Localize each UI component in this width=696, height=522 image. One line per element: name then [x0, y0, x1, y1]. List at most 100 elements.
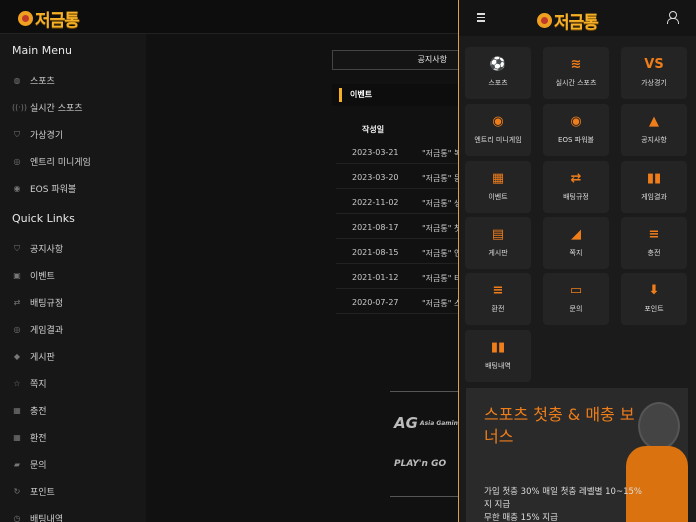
- sidebar-item-label: 문의: [30, 461, 47, 471]
- board-icon: ◆: [13, 352, 21, 361]
- tile-bet-history[interactable]: ▮▮ 배팅내역: [465, 330, 531, 382]
- notice-icon: ⛉: [14, 243, 20, 253]
- piggy-bank-icon: [18, 11, 33, 26]
- banner-desc-line2: 지 지급: [484, 500, 511, 510]
- tile-label: 배팅내역: [485, 362, 511, 370]
- sidebar-item-live-sports[interactable]: ((·)) 실시간 스포츠: [12, 101, 83, 114]
- basketball-icon: ◉: [492, 114, 504, 129]
- site-logo[interactable]: 저금통: [18, 6, 80, 31]
- divider: [390, 391, 458, 392]
- sidebar-item-board[interactable]: ◆ 게시판: [12, 350, 55, 363]
- history-icon: ◷: [13, 514, 21, 522]
- tile-message[interactable]: ◢ 쪽지: [543, 217, 609, 269]
- sidebar-item-label: 엔트리 미니게임: [30, 158, 91, 168]
- sidebar-item-points[interactable]: ↻ 포인트: [12, 485, 55, 498]
- playngo-logo: PLAY'n GO: [394, 459, 447, 469]
- tile-results[interactable]: ▮▮ 게임결과: [621, 161, 687, 213]
- row-title: "저금통" 첫: [422, 224, 462, 233]
- table-row[interactable]: 2022-11-02 "저금통" 생: [336, 190, 462, 214]
- tile-inquiry[interactable]: ▭ 문의: [543, 273, 609, 325]
- row-date: 2021-08-17: [352, 223, 399, 232]
- hamburger-menu-icon[interactable]: [477, 13, 485, 22]
- ag-logo-subtext: Asia Gaming: [419, 420, 463, 427]
- tile-notice[interactable]: ▲ 공지사항: [621, 104, 687, 156]
- vs-icon: VS: [644, 57, 664, 72]
- sidebar-item-deposit[interactable]: ▦ 충전: [12, 404, 47, 417]
- tile-points[interactable]: ⬇ 포인트: [621, 273, 687, 325]
- sidebar-item-label: 충전: [30, 407, 47, 417]
- sidebar-item-label: 쪽지: [30, 380, 47, 390]
- tile-rules[interactable]: ⇄ 배팅규정: [543, 161, 609, 213]
- tile-label: 게시판: [488, 249, 508, 257]
- sidebar-item-label: 배팅내역: [30, 515, 64, 522]
- table-row[interactable]: 2021-08-17 "저금통" 첫: [336, 215, 462, 239]
- tile-label: 이벤트: [488, 193, 508, 201]
- tile-label: 가상경기: [641, 79, 667, 87]
- row-title: "저금통" 등: [422, 174, 462, 183]
- tile-label: 포인트: [644, 305, 664, 313]
- tile-event[interactable]: ▦ 이벤트: [465, 161, 531, 213]
- user-icon[interactable]: [667, 11, 679, 24]
- tile-live-sports[interactable]: ≋ 실시간 스포츠: [543, 47, 609, 99]
- sidebar-item-label: 포인트: [30, 488, 55, 498]
- app-root: 저금통 Main Menu ◍ 스포츠 ((·)) 실시간 스포츠 ⛉ 가상경기 ◎ 엔…: [0, 0, 696, 522]
- divider: [390, 496, 458, 497]
- sidebar-item-label: 실시간 스포츠: [30, 104, 83, 114]
- piggy-bank-icon: [537, 13, 552, 28]
- row-date: 2021-08-15: [352, 248, 399, 257]
- sidebar-item-bet-history[interactable]: ◷ 배팅내역: [12, 512, 64, 522]
- sidebar-item-eos-powerball[interactable]: ◉ EOS 파워볼: [12, 182, 77, 195]
- tile-eos-powerball[interactable]: ◉ EOS 파워볼: [543, 104, 609, 156]
- tab-event[interactable]: 이벤트: [332, 84, 462, 106]
- tile-label: 문의: [569, 305, 583, 313]
- table-row[interactable]: 2023-03-21 "저금통" 복: [336, 140, 462, 164]
- tile-label: 배팅규정: [563, 193, 589, 201]
- promo-banner[interactable]: 스포츠 첫충 & 매충 보 너스 가입 첫충 30% 매일 첫충 레벨별 10~…: [466, 388, 688, 522]
- table-row[interactable]: 2021-01-12 "저금통" 티: [336, 265, 462, 289]
- bar-chart-icon: ▮▮: [646, 171, 662, 186]
- soccer-ball-icon: ⚽: [489, 57, 507, 72]
- banner-headline-line1: 스포츠 첫충 & 매충 보: [484, 405, 635, 424]
- live-signal-icon: ((·)): [12, 103, 28, 112]
- tile-withdraw[interactable]: ≡ 환전: [465, 273, 531, 325]
- sidebar-item-sports[interactable]: ◍ 스포츠: [12, 74, 55, 87]
- tab-notice[interactable]: 공지사항: [332, 50, 462, 70]
- table-row[interactable]: 2020-07-27 "저금통" 스: [336, 290, 462, 314]
- tile-board[interactable]: ▤ 게시판: [465, 217, 531, 269]
- sidebar-item-label: 공지사항: [30, 245, 64, 255]
- sidebar-item-label: 스포츠: [30, 77, 55, 87]
- tile-sports[interactable]: ⚽ 스포츠: [465, 47, 531, 99]
- tile-entry-minigame[interactable]: ◉ 엔트리 미니게임: [465, 104, 531, 156]
- sidebar-item-rules[interactable]: ⇄ 배팅규정: [12, 296, 63, 309]
- table-row[interactable]: 2021-08-15 "저금통" 연: [336, 240, 462, 264]
- sidebar-item-entry-minigame[interactable]: ◎ 엔트리 미니게임: [12, 155, 91, 168]
- banner-desc-line1: 가입 첫충 30% 매일 첫충 레벨별 10~15%: [484, 487, 642, 497]
- sidebar-item-withdraw[interactable]: ▦ 환전: [12, 431, 47, 444]
- table-row[interactable]: 2023-03-20 "저금통" 등: [336, 165, 462, 189]
- sidebar-item-results[interactable]: ◎ 게임결과: [12, 323, 64, 336]
- chat-icon: ▭: [569, 283, 583, 298]
- ball-icon: ◉: [13, 184, 21, 193]
- drawer-logo[interactable]: 저금통: [537, 8, 599, 33]
- logo-text: 저금통: [554, 13, 599, 33]
- sidebar-item-label: 게임결과: [30, 326, 64, 336]
- calendar-icon: ▦: [491, 171, 505, 186]
- tile-label: 공지사항: [641, 136, 667, 144]
- tile-label: 쪽지: [569, 249, 583, 257]
- sidebar-item-event[interactable]: ▣ 이벤트: [12, 269, 55, 282]
- sidebar-item-inquiry[interactable]: ▰ 문의: [12, 458, 47, 471]
- main-menu-title: Main Menu: [12, 44, 72, 57]
- sidebar-item-label: 가상경기: [30, 131, 64, 141]
- basketball-icon: ◉: [570, 114, 582, 129]
- swap-icon: ⇄: [570, 171, 582, 186]
- sidebar-item-message[interactable]: ☆ 쪽지: [12, 377, 47, 390]
- row-title: "저금통" 티: [422, 274, 462, 283]
- sidebar-item-notice[interactable]: ⛉ 공지사항: [12, 242, 64, 256]
- sidebar-item-virtual[interactable]: ⛉ 가상경기: [12, 128, 64, 142]
- tile-virtual[interactable]: VS 가상경기: [621, 47, 687, 99]
- bell-icon: ▲: [649, 114, 659, 129]
- tile-deposit[interactable]: ≡ 충전: [621, 217, 687, 269]
- withdraw-icon: ▦: [13, 433, 21, 442]
- row-title: "저금통" 생: [422, 199, 462, 208]
- sidebar-item-label: 환전: [30, 434, 47, 444]
